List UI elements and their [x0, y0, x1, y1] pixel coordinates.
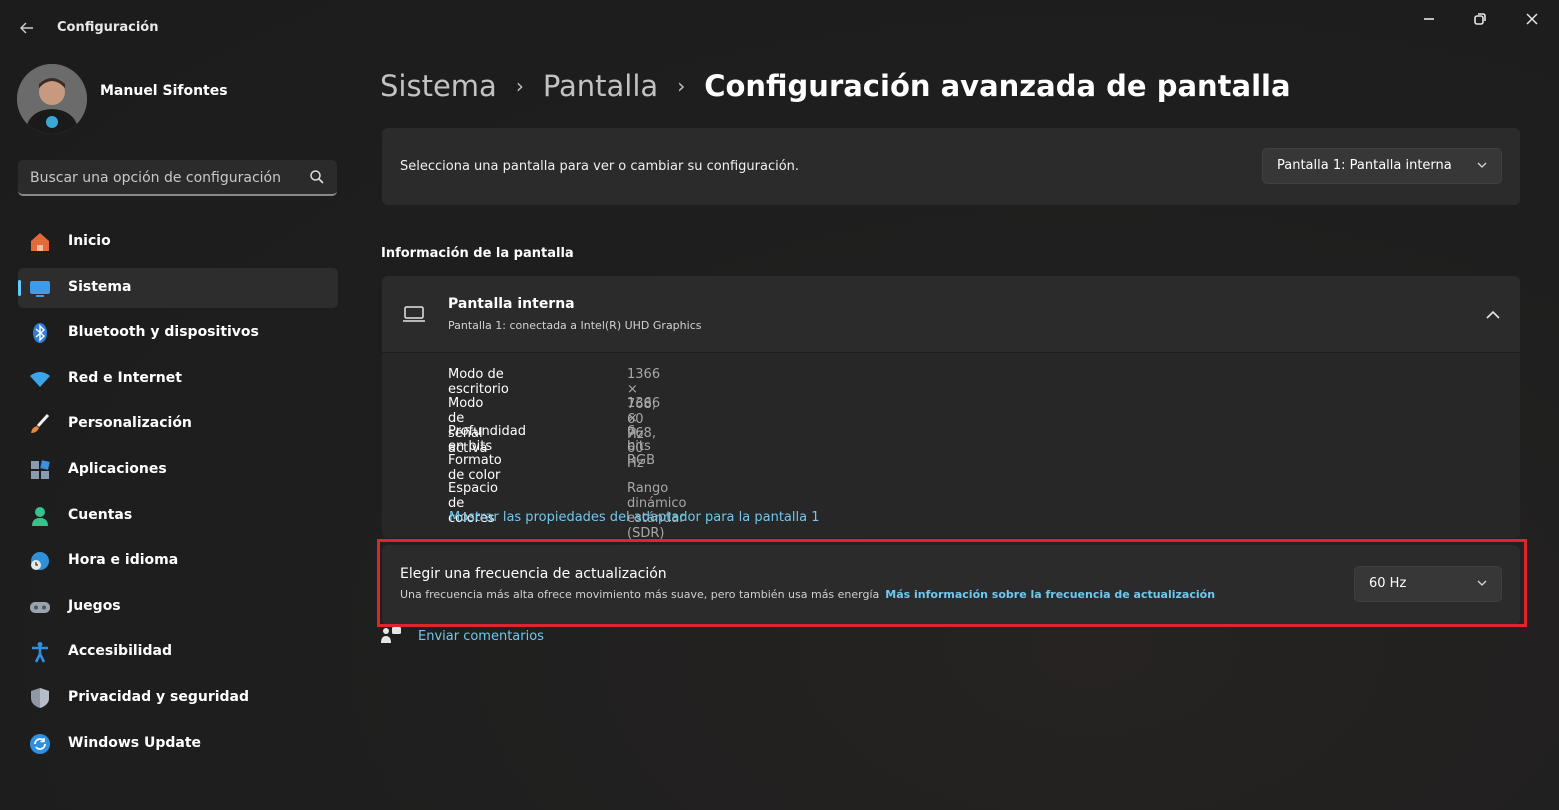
chevron-down-icon [1477, 580, 1487, 586]
display-dropdown-value: Pantalla 1: Pantalla interna [1277, 158, 1452, 173]
sidebar-item-label: Aplicaciones [68, 460, 167, 477]
display-info-header[interactable]: Pantalla interna Pantalla 1: conectada a… [382, 276, 1520, 353]
search-box[interactable] [18, 160, 337, 196]
bluetooth-icon [28, 321, 52, 345]
sidebar-item-label: Red e Internet [68, 369, 182, 386]
page-title: Configuración avanzada de pantalla [704, 69, 1291, 103]
feedback-link[interactable]: Enviar comentarios [380, 624, 544, 648]
sidebar-item-label: Sistema [68, 278, 132, 295]
gamepad-icon [28, 595, 52, 619]
active-indicator [18, 279, 21, 296]
adapter-properties-link[interactable]: Mostrar las propiedades del adaptador pa… [449, 510, 819, 525]
sidebar-item-label: Hora e idioma [68, 552, 179, 569]
sidebar-item-privacidad[interactable]: Privacidad y seguridad [18, 678, 338, 718]
system-monitor-icon [28, 276, 52, 300]
sidebar-item-red[interactable]: Red e Internet [18, 359, 338, 399]
avatar[interactable] [17, 64, 87, 134]
close-button[interactable] [1518, 8, 1546, 30]
display-select-text: Selecciona una pantalla para ver o cambi… [400, 159, 800, 174]
apps-icon [28, 458, 52, 482]
back-arrow-icon[interactable] [14, 16, 40, 40]
wifi-icon [28, 367, 52, 391]
property-label: Profundidad en bits [448, 424, 527, 455]
property-label: Modo de escritorio [448, 367, 509, 397]
sidebar-item-aplicaciones[interactable]: Aplicaciones [18, 450, 338, 490]
refresh-rate-description-line: Una frecuencia más alta ofrece movimient… [400, 588, 1215, 601]
restore-button[interactable] [1466, 8, 1494, 30]
sidebar-item-hora[interactable]: Hora e idioma [18, 541, 338, 581]
sidebar-nav: Inicio Sistema Bluetooth y dispositivos … [18, 222, 338, 769]
shield-icon [28, 686, 52, 710]
sidebar-item-cuentas[interactable]: Cuentas [18, 496, 338, 536]
paintbrush-icon [28, 412, 52, 436]
sidebar-item-sistema[interactable]: Sistema [18, 267, 338, 308]
display-connection: Pantalla 1: conectada a Intel(R) UHD Gra… [448, 319, 702, 332]
feedback-icon [381, 627, 401, 643]
chevron-right-icon: › [677, 74, 686, 98]
display-select-card: Selecciona una pantalla para ver o cambi… [382, 128, 1520, 205]
refresh-rate-info-link[interactable]: Más información sobre la frecuencia de a… [885, 588, 1215, 601]
refresh-rate-title: Elegir una frecuencia de actualización [400, 566, 667, 582]
chevron-up-icon[interactable] [1482, 304, 1504, 326]
breadcrumb: Sistema › Pantalla › Configuración avanz… [380, 64, 1291, 108]
refresh-rate-card: Elegir una frecuencia de actualización U… [382, 545, 1520, 625]
search-icon[interactable] [309, 169, 325, 185]
sidebar-item-label: Personalización [68, 415, 192, 432]
minimize-button[interactable] [1415, 8, 1443, 30]
refresh-rate-dropdown[interactable]: 60 Hz [1354, 566, 1502, 602]
section-title: Información de la pantalla [381, 246, 574, 261]
display-dropdown[interactable]: Pantalla 1: Pantalla interna [1262, 148, 1502, 184]
property-value: 6 bits [627, 424, 651, 455]
sidebar-item-windows-update[interactable]: Windows Update [18, 724, 338, 764]
title-bar: Configuración [0, 0, 1559, 56]
feedback-label: Enviar comentarios [418, 628, 544, 644]
breadcrumb-sistema[interactable]: Sistema [380, 69, 497, 103]
accessibility-icon [28, 640, 52, 664]
refresh-rate-value: 60 Hz [1369, 576, 1407, 591]
sidebar-item-label: Cuentas [68, 506, 133, 523]
display-info-card: Pantalla interna Pantalla 1: conectada a… [382, 276, 1520, 541]
settings-window: Configuración Manuel Sifontes Buscar una… [0, 0, 1559, 810]
sidebar-item-label: Accesibilidad [68, 643, 172, 660]
chevron-right-icon: › [515, 74, 524, 98]
globe-clock-icon [28, 549, 52, 573]
sidebar-item-label: Bluetooth y dispositivos [68, 324, 259, 341]
sidebar-item-label: Windows Update [68, 734, 202, 751]
sidebar-item-label: Privacidad y seguridad [68, 688, 250, 705]
sidebar-item-label: Inicio [68, 233, 111, 249]
chevron-down-icon [1477, 162, 1487, 168]
home-icon [28, 230, 52, 254]
search-input[interactable] [18, 160, 312, 196]
person-icon [28, 504, 52, 528]
refresh-rate-description: Una frecuencia más alta ofrece movimient… [400, 588, 880, 601]
user-name: Manuel Sifontes [100, 83, 228, 99]
sidebar-item-bluetooth[interactable]: Bluetooth y dispositivos [18, 313, 338, 353]
property-label: Formato de color [448, 452, 502, 483]
property-value: RGB [627, 452, 656, 468]
app-title: Configuración [57, 20, 159, 35]
update-icon [28, 732, 52, 756]
sidebar-item-juegos[interactable]: Juegos [18, 587, 338, 627]
sidebar-item-label: Juegos [68, 597, 121, 614]
sidebar-item-inicio[interactable]: Inicio [18, 222, 338, 262]
sidebar-item-accesibilidad[interactable]: Accesibilidad [18, 632, 338, 672]
display-name: Pantalla interna [448, 296, 575, 312]
sidebar-item-personalizacion[interactable]: Personalización [18, 404, 338, 444]
laptop-icon [403, 306, 425, 322]
breadcrumb-pantalla[interactable]: Pantalla [543, 69, 658, 103]
